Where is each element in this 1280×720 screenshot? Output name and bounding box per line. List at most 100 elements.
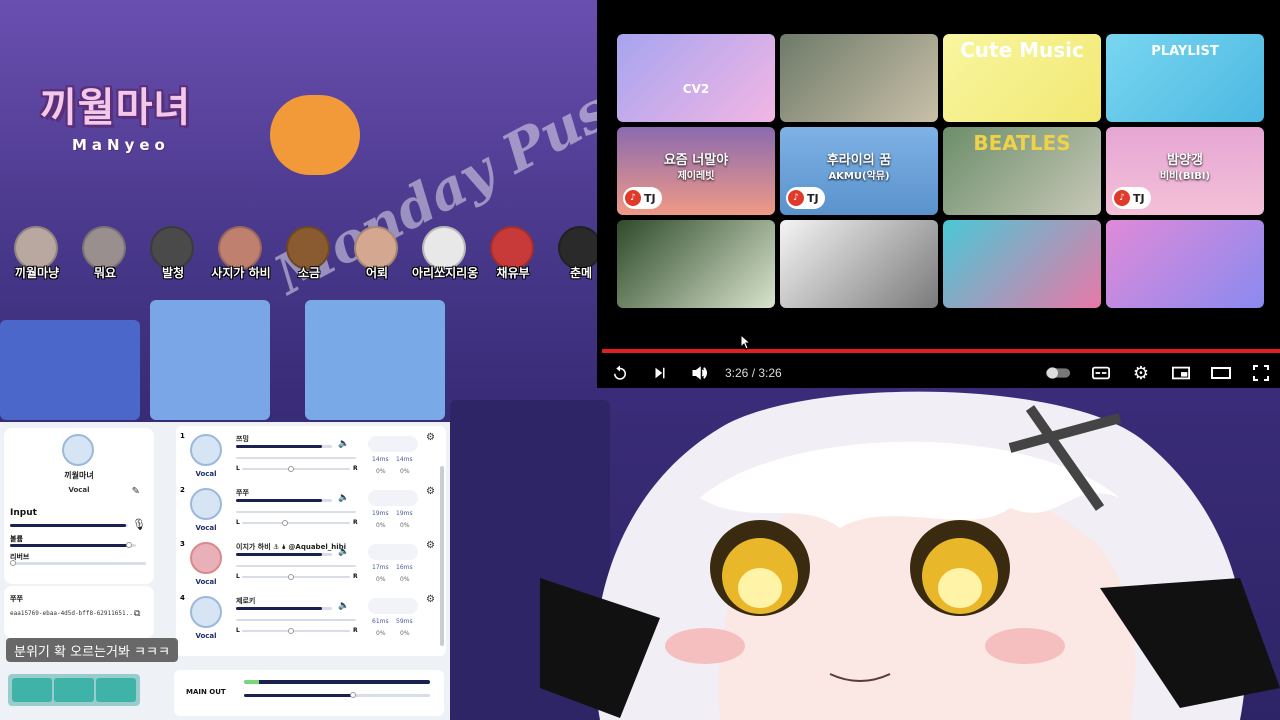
edit-pencil-icon[interactable]: ✎ (132, 486, 140, 497)
shelf (0, 320, 140, 420)
pan-knob[interactable] (287, 574, 294, 580)
tj-badge-text: TJ (1133, 191, 1145, 205)
replay-icon[interactable] (607, 360, 633, 386)
channel-number: 1 (180, 432, 185, 440)
channel-row: 1 Vocal 쯔밍 🔈 L R 14ms 14ms 0% 0% ⚙ (176, 430, 436, 484)
pan-right-label: R (353, 573, 358, 580)
progress-bar[interactable] (602, 349, 1280, 353)
member-badge: 발청 (140, 222, 206, 284)
member-name: 사지가 하비 (211, 266, 271, 280)
channel-settings-gear-icon[interactable]: ⚙ (426, 540, 435, 551)
settings-gear-icon[interactable]: ⚙ (1128, 360, 1154, 386)
input-label: Input (10, 508, 37, 518)
channel-avatar (190, 488, 222, 520)
member-badge: 소금 (276, 222, 342, 284)
pan-knob[interactable] (287, 628, 294, 634)
pan-right-label: R (353, 627, 358, 634)
autoplay-toggle-icon[interactable] (1045, 360, 1071, 386)
channel-pan-slider[interactable] (242, 574, 350, 580)
video-suggestion-tile[interactable]: PLAYLIST (1106, 34, 1264, 122)
member-badge: 뭐요 (72, 222, 138, 284)
video-suggestion-tile[interactable]: Cute Music (943, 34, 1101, 122)
vtuber-avatar (540, 391, 1280, 720)
loss-left: 0% (376, 522, 386, 529)
pan-knob[interactable] (282, 520, 289, 526)
video-suggestion-tile[interactable]: BEATLES (943, 127, 1101, 215)
fullscreen-icon[interactable] (1248, 360, 1274, 386)
miniplayer-icon[interactable] (1168, 360, 1194, 386)
channel-pan-slider[interactable] (242, 520, 350, 526)
tile-title: 밤양갱 (1167, 153, 1203, 168)
tile-subtitle: AKMU(악뮤) (828, 171, 890, 182)
pan-right-label: R (353, 519, 358, 526)
volume-slider[interactable] (10, 542, 136, 548)
member-badge: 채유부 (480, 222, 546, 284)
tj-badge: ♪ TJ (623, 187, 662, 209)
channel-pan-slider[interactable] (242, 628, 350, 634)
reverb-slider[interactable] (10, 560, 146, 566)
channel-avatar (190, 434, 222, 466)
tile-title: 후라이의 꿈 (826, 153, 892, 168)
channel-settings-gear-icon[interactable]: ⚙ (426, 486, 435, 497)
member-badge: 사지가 하비 (208, 222, 274, 284)
member-name: 어뢰 (365, 266, 389, 280)
pan-left-label: L (236, 573, 240, 580)
time-display: 3:26 / 3:26 (725, 366, 782, 380)
video-suggestion-tile[interactable]: 요즘 너말야 제이레빗 ♪ TJ (617, 127, 775, 215)
loss-right: 0% (400, 630, 410, 637)
channel-list: 1 Vocal 쯔밍 🔈 L R 14ms 14ms 0% 0% ⚙ 2 Vocal 쭈쭈 🔈 L R 19ms 1… (176, 426, 446, 656)
video-suggestion-tile[interactable]: 밤양갱 비비(BIBI) ♪ TJ (1106, 127, 1264, 215)
subtitles-icon[interactable] (1088, 360, 1114, 386)
channel-role: Vocal (195, 470, 217, 478)
member-name: 아리쏘지리옹 (412, 266, 479, 280)
loss-right: 0% (400, 576, 410, 583)
speaker-icon[interactable]: 🔈 (338, 438, 349, 449)
video-suggestion-tile[interactable] (780, 34, 938, 122)
channel-list-scrollbar[interactable] (440, 466, 444, 646)
copy-icon[interactable]: ⧉ (134, 608, 140, 619)
user-id: eaa15769-ebaa-4d5d-bff8-62911651... (10, 610, 137, 617)
chat-message: 분위기 확 오르는거봐 ㅋㅋㅋ (6, 638, 178, 662)
channel-level-meter (236, 511, 356, 513)
channel-pan-slider[interactable] (242, 466, 350, 472)
channel-volume-slider[interactable] (236, 553, 332, 556)
video-suggestion-tile[interactable]: CV2 (617, 34, 775, 122)
video-suggestion-tile[interactable]: 후라이의 꿈 AKMU(악뮤) ♪ TJ (780, 127, 938, 215)
video-suggestion-tile[interactable] (943, 220, 1101, 308)
video-suggestion-tile[interactable] (1106, 220, 1264, 308)
main-out-slider[interactable] (244, 692, 430, 698)
player-controls: 3:26 / 3:26 ⚙ (597, 360, 1280, 386)
channel-number: 4 (180, 594, 185, 602)
arcade-machine-1 (150, 300, 270, 420)
channel-settings-gear-icon[interactable]: ⚙ (426, 594, 435, 605)
video-suggestion-tile[interactable] (780, 220, 938, 308)
member-name: 소금 (297, 266, 321, 280)
logo-subtitle: MaNyeo (72, 136, 170, 154)
member-name: 끼월마냥 (14, 266, 60, 280)
latency-right: 59ms (396, 618, 413, 625)
speaker-icon[interactable]: 🔈 (338, 546, 349, 557)
next-icon[interactable] (647, 360, 673, 386)
tj-logo-icon: ♪ (788, 190, 804, 206)
microphone-icon[interactable]: 🎙 (132, 518, 146, 531)
channel-level-meter (236, 565, 356, 567)
tj-badge: ♪ TJ (1112, 187, 1151, 209)
channel-volume-slider[interactable] (236, 607, 332, 610)
channel-settings-gear-icon[interactable]: ⚙ (426, 432, 435, 443)
speaker-icon[interactable]: 🔈 (338, 492, 349, 503)
channel-volume-slider[interactable] (236, 499, 332, 502)
member-name: 뭐요 (93, 266, 117, 280)
channel-volume-slider[interactable] (236, 445, 332, 448)
video-player[interactable]: CV2 Cute Music PLAYLIST 요즘 너말야 제이레빗 ♪ TJ 후라이의 꿈… (597, 0, 1280, 388)
input-meter (10, 524, 128, 527)
pan-knob[interactable] (287, 466, 294, 472)
speaker-icon[interactable]: 🔈 (338, 600, 349, 611)
member-badge: 아리쏘지리옹 (412, 222, 478, 284)
tj-badge: ♪ TJ (786, 187, 825, 209)
channel-avatar (190, 542, 222, 574)
member-name: 채유부 (496, 266, 530, 280)
loss-left: 0% (376, 576, 386, 583)
video-suggestion-tile[interactable] (617, 220, 775, 308)
volume-icon[interactable] (687, 360, 713, 386)
theater-mode-icon[interactable] (1208, 360, 1234, 386)
